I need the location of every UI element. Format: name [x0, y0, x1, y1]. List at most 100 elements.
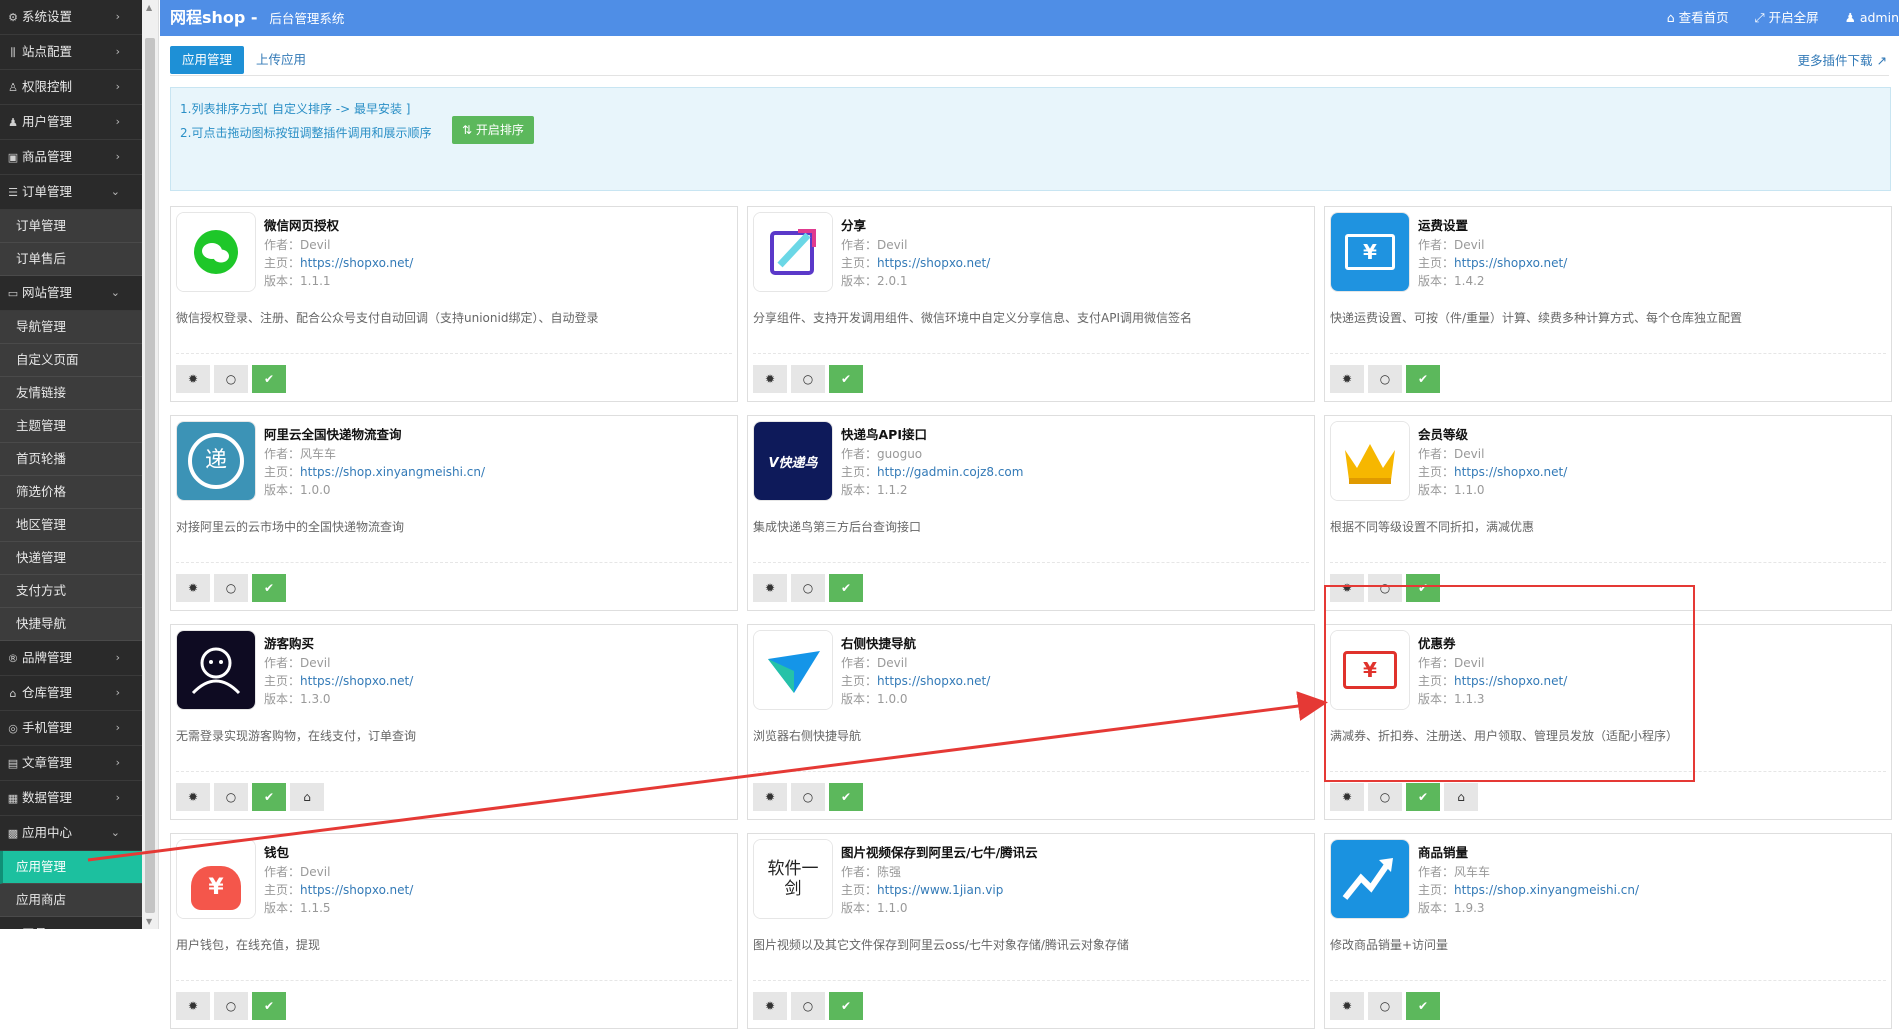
plugin-logo[interactable]: [753, 212, 833, 292]
plugin-logo[interactable]: [176, 212, 256, 292]
enabled-button[interactable]: ✔: [829, 992, 863, 1020]
settings-button[interactable]: ✹: [1330, 574, 1364, 602]
sidebar-subitem[interactable]: 导航管理: [0, 311, 142, 344]
plugin-logo[interactable]: ¥: [1330, 212, 1410, 292]
toggle-button[interactable]: ○: [214, 574, 248, 602]
sidebar-group[interactable]: ⫼ 站点配置 ›: [0, 35, 142, 70]
sidebar-subitem[interactable]: 快递管理: [0, 542, 142, 575]
plugin-homepage-link[interactable]: https://shop.xinyangmeishi.cn/: [300, 465, 485, 479]
settings-button[interactable]: ✹: [176, 574, 210, 602]
plugin-home-button[interactable]: ⌂: [290, 783, 324, 811]
sidebar-item-tools[interactable]: ✕工具 ›: [0, 917, 142, 929]
sidebar-group[interactable]: ® 品牌管理 ›: [0, 641, 142, 676]
sidebar-subitem[interactable]: 首页轮播: [0, 443, 142, 476]
toggle-button[interactable]: ○: [214, 992, 248, 1020]
sidebar-subitem[interactable]: 地区管理: [0, 509, 142, 542]
plugin-homepage-link[interactable]: https://shopxo.net/: [1454, 256, 1567, 270]
plugin-logo[interactable]: V快递鸟: [753, 421, 833, 501]
plugin-logo[interactable]: [753, 630, 833, 710]
sidebar-group[interactable]: ♙ 权限控制 ›: [0, 70, 142, 105]
settings-button[interactable]: ✹: [753, 992, 787, 1020]
sidebar-group[interactable]: ♟ 用户管理 ›: [0, 105, 142, 140]
plugin-homepage-link[interactable]: https://shopxo.net/: [300, 674, 413, 688]
sidebar-subitem[interactable]: 自定义页面: [0, 344, 142, 377]
brand[interactable]: 网程shop - 后台管理系统: [170, 0, 344, 37]
sidebar-group[interactable]: ▤ 文章管理 ›: [0, 746, 142, 781]
sidebar-group[interactable]: ▩ 应用中心 ⌄: [0, 816, 142, 851]
sidebar-scrollbar[interactable]: ▲ ▼: [142, 0, 159, 929]
plugin-homepage-link[interactable]: https://shopxo.net/: [1454, 465, 1567, 479]
enabled-button[interactable]: ✔: [252, 992, 286, 1020]
plugin-logo[interactable]: 软件一剑: [753, 839, 833, 919]
scroll-down-icon[interactable]: ▼: [146, 917, 152, 926]
scroll-up-icon[interactable]: ▲: [146, 3, 152, 12]
toggle-button[interactable]: ○: [791, 783, 825, 811]
enabled-button[interactable]: ✔: [829, 365, 863, 393]
toggle-button[interactable]: ○: [1368, 574, 1402, 602]
plugin-homepage-link[interactable]: https://shopxo.net/: [300, 883, 413, 897]
sidebar-subitem[interactable]: 主题管理: [0, 410, 142, 443]
plugin-homepage-link[interactable]: http://gadmin.cojz8.com: [877, 465, 1023, 479]
settings-button[interactable]: ✹: [753, 365, 787, 393]
plugin-homepage-link[interactable]: https://shopxo.net/: [300, 256, 413, 270]
toggle-button[interactable]: ○: [1368, 783, 1402, 811]
sidebar-group[interactable]: ◎ 手机管理 ›: [0, 711, 142, 746]
enabled-button[interactable]: ✔: [252, 783, 286, 811]
enabled-button[interactable]: ✔: [1406, 574, 1440, 602]
enabled-button[interactable]: ✔: [1406, 992, 1440, 1020]
sidebar-group[interactable]: ▣ 商品管理 ›: [0, 140, 142, 175]
settings-button[interactable]: ✹: [753, 574, 787, 602]
settings-button[interactable]: ✹: [176, 783, 210, 811]
plugin-home-button[interactable]: ⌂: [1444, 783, 1478, 811]
sidebar-group[interactable]: ⚙ 系统设置 ›: [0, 0, 142, 35]
plugin-homepage-link[interactable]: https://shopxo.net/: [1454, 674, 1567, 688]
sidebar-group[interactable]: ▦ 数据管理 ›: [0, 781, 142, 816]
view-home-link[interactable]: ⌂ 查看首页: [1667, 10, 1729, 25]
fullscreen-link[interactable]: ⤢ 开启全屏: [1755, 10, 1819, 25]
sidebar-subitem[interactable]: 应用管理: [0, 851, 142, 884]
plugin-logo[interactable]: 递: [176, 421, 256, 501]
toggle-button[interactable]: ○: [1368, 992, 1402, 1020]
enabled-button[interactable]: ✔: [1406, 365, 1440, 393]
settings-button[interactable]: ✹: [753, 783, 787, 811]
sidebar-subitem[interactable]: 应用商店: [0, 884, 142, 917]
toggle-button[interactable]: ○: [1368, 365, 1402, 393]
toggle-button[interactable]: ○: [214, 365, 248, 393]
sidebar-subitem[interactable]: 订单售后: [0, 243, 142, 276]
plugin-logo[interactable]: [1330, 839, 1410, 919]
plugin-homepage-link[interactable]: https://shopxo.net/: [877, 256, 990, 270]
sidebar-group[interactable]: ⌂ 仓库管理 ›: [0, 676, 142, 711]
settings-button[interactable]: ✹: [176, 992, 210, 1020]
enabled-button[interactable]: ✔: [252, 574, 286, 602]
enabled-button[interactable]: ✔: [1406, 783, 1440, 811]
scrollbar-thumb[interactable]: [145, 38, 155, 913]
sidebar-subitem[interactable]: 快捷导航: [0, 608, 142, 641]
more-plugins-link[interactable]: 更多插件下载 ↗: [1798, 50, 1887, 69]
settings-button[interactable]: ✹: [1330, 992, 1364, 1020]
admin-menu[interactable]: ♟ admin: [1845, 10, 1899, 25]
plugin-homepage-link[interactable]: https://shopxo.net/: [877, 674, 990, 688]
enable-sort-button[interactable]: ⇅ 开启排序: [452, 116, 534, 144]
plugin-logo[interactable]: ¥: [1330, 630, 1410, 710]
plugin-logo[interactable]: [176, 630, 256, 710]
sidebar-group[interactable]: ☰ 订单管理 ⌄: [0, 175, 142, 210]
settings-button[interactable]: ✹: [1330, 365, 1364, 393]
plugin-logo[interactable]: ¥: [176, 839, 256, 919]
plugin-homepage-link[interactable]: https://shop.xinyangmeishi.cn/: [1454, 883, 1639, 897]
plugin-logo[interactable]: [1330, 421, 1410, 501]
enabled-button[interactable]: ✔: [252, 365, 286, 393]
settings-button[interactable]: ✹: [176, 365, 210, 393]
sidebar-item-website[interactable]: ▭ 网站管理 ⌄: [0, 276, 142, 311]
toggle-button[interactable]: ○: [791, 365, 825, 393]
sidebar-subitem[interactable]: 友情链接: [0, 377, 142, 410]
enabled-button[interactable]: ✔: [829, 574, 863, 602]
sidebar-subitem[interactable]: 支付方式: [0, 575, 142, 608]
tab-upload-app[interactable]: 上传应用: [244, 46, 318, 74]
tab-app-manage[interactable]: 应用管理: [170, 46, 245, 74]
enabled-button[interactable]: ✔: [829, 783, 863, 811]
plugin-homepage-link[interactable]: https://www.1jian.vip: [877, 883, 1003, 897]
toggle-button[interactable]: ○: [214, 783, 248, 811]
toggle-button[interactable]: ○: [791, 992, 825, 1020]
settings-button[interactable]: ✹: [1330, 783, 1364, 811]
toggle-button[interactable]: ○: [791, 574, 825, 602]
